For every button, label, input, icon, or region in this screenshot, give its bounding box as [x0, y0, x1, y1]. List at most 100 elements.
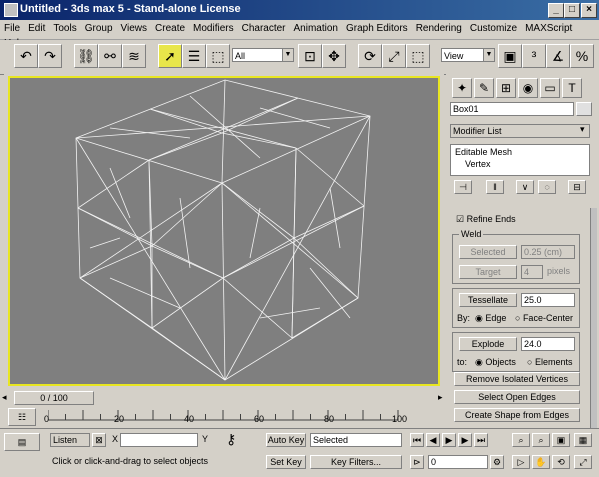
goto-end-icon[interactable]: ⏭ [474, 433, 488, 447]
pin-stack-icon[interactable]: ⊣ [454, 180, 472, 194]
snap-toggle-icon[interactable]: ³ [522, 44, 546, 68]
selection-filter-dropdown[interactable]: All ▼ [232, 48, 294, 62]
chevron-right-icon[interactable]: ▸ [438, 392, 443, 403]
pivot-center-icon[interactable]: ▣ [498, 44, 522, 68]
menu-modifiers[interactable]: Modifiers [189, 21, 238, 36]
rectangular-selection-icon[interactable]: ⬚ [206, 44, 230, 68]
next-frame-icon[interactable]: ▶ [458, 433, 472, 447]
select-and-scale-icon[interactable]: ⤢ [382, 44, 406, 68]
maximize-button[interactable]: □ [564, 3, 580, 18]
select-and-link-icon[interactable]: ⛓ [74, 44, 98, 68]
x-coord-field[interactable] [120, 433, 198, 447]
remove-modifier-icon[interactable]: ◌ [538, 180, 556, 194]
motion-tab-icon[interactable]: ◉ [518, 78, 538, 98]
select-open-edges-button[interactable]: Select Open Edges [454, 390, 580, 404]
arc-rotate-icon[interactable]: ⟲ [552, 455, 570, 469]
key-mode-icon[interactable]: ⊳ [410, 455, 424, 469]
create-shape-from-edges-button[interactable]: Create Shape from Edges [454, 408, 580, 422]
reference-coord-dropdown[interactable]: View ▼ [441, 48, 495, 62]
utilities-tab-icon[interactable]: T [562, 78, 582, 98]
selected-dropdown[interactable]: Selected [310, 433, 402, 447]
remove-isolated-vertices-button[interactable]: Remove Isolated Vertices [454, 372, 580, 386]
zoom-icon[interactable]: ⌕ [512, 433, 530, 447]
field-of-view-icon[interactable]: ▷ [512, 455, 530, 469]
modify-tab-icon[interactable]: ✎ [474, 78, 494, 98]
mini-curve-editor-icon[interactable]: ☷ [8, 408, 36, 426]
percent-snap-icon[interactable]: % [570, 44, 594, 68]
modifier-list-dropdown[interactable]: Modifier List [450, 124, 590, 138]
time-config-icon[interactable]: ⚙ [490, 455, 504, 469]
show-end-result-icon[interactable]: ‖ [486, 180, 504, 194]
make-unique-icon[interactable]: ∨ [516, 180, 534, 194]
menu-tools[interactable]: Tools [49, 21, 80, 36]
zoom-all-icon[interactable]: ⌕ [532, 433, 550, 447]
app-icon[interactable] [4, 3, 18, 17]
menu-group[interactable]: Group [81, 21, 117, 36]
menu-create[interactable]: Create [151, 21, 189, 36]
menu-graph-editors[interactable]: Graph Editors [342, 21, 412, 36]
angle-snap-icon[interactable]: ∡ [546, 44, 570, 68]
weld-threshold-field[interactable]: 0.25 (cm) [521, 245, 575, 259]
unlink-icon[interactable]: ⚯ [98, 44, 122, 68]
object-color-swatch[interactable] [576, 102, 592, 116]
menu-file[interactable]: File [0, 21, 24, 36]
select-object-icon[interactable]: ➚ [158, 44, 182, 68]
perspective-viewport[interactable] [8, 76, 440, 386]
key-filters-button[interactable]: Key Filters... [310, 455, 402, 469]
play-icon[interactable]: ▶ [442, 433, 456, 447]
track-bar[interactable]: ☷ 0 20 40 60 80 100 [0, 406, 446, 428]
pan-icon[interactable]: ✋ [532, 455, 550, 469]
menu-rendering[interactable]: Rendering [412, 21, 466, 36]
elements-radio[interactable]: ○ Elements [527, 357, 572, 367]
select-and-rotate-icon[interactable]: ⟳ [358, 44, 382, 68]
edge-radio[interactable]: ◉ Edge [475, 313, 506, 324]
minimize-button[interactable]: _ [548, 3, 564, 18]
explode-angle-field[interactable]: 24.0 [521, 337, 575, 351]
tessellate-button[interactable]: Tessellate [459, 293, 517, 307]
menu-edit[interactable]: Edit [24, 21, 49, 36]
close-button[interactable]: × [581, 3, 597, 18]
bind-space-warp-icon[interactable]: ≋ [122, 44, 146, 68]
objects-radio[interactable]: ◉ Objects [475, 357, 516, 368]
set-key-button[interactable]: Set Key [266, 455, 306, 469]
objects-label: Objects [485, 357, 516, 367]
redo-icon[interactable]: ↷ [38, 44, 62, 68]
window-crossing-icon[interactable]: ⊡ [298, 44, 322, 68]
prev-frame-icon[interactable]: ◀ [426, 433, 440, 447]
menu-character[interactable]: Character [238, 21, 290, 36]
select-and-move-icon[interactable]: ✥ [322, 44, 346, 68]
current-frame-field[interactable]: 0 [428, 455, 488, 469]
stack-item-editable-mesh[interactable]: Editable Mesh [455, 147, 512, 157]
time-slider[interactable]: 0 / 100 [14, 391, 94, 405]
menu-views[interactable]: Views [117, 21, 152, 36]
display-tab-icon[interactable]: ▭ [540, 78, 560, 98]
select-by-name-icon[interactable]: ☰ [182, 44, 206, 68]
goto-start-icon[interactable]: ⏮ [410, 433, 424, 447]
refine-ends-checkbox[interactable]: ☑ Refine Ends [456, 214, 516, 225]
stack-item-vertex[interactable]: Vertex [465, 159, 491, 169]
maximize-viewport-icon[interactable]: ⤢ [574, 455, 592, 469]
object-name-field[interactable]: Box01 [450, 102, 574, 116]
menu-customize[interactable]: Customize [466, 21, 521, 36]
configure-sets-icon[interactable]: ⊟ [568, 180, 586, 194]
zoom-extents-all-icon[interactable]: ▦ [574, 433, 592, 447]
explode-button[interactable]: Explode [459, 337, 517, 351]
chevron-left-icon[interactable]: ◂ [2, 392, 7, 403]
undo-icon[interactable]: ↶ [14, 44, 38, 68]
weld-selected-button[interactable]: Selected [459, 245, 517, 259]
weld-target-button[interactable]: Target [459, 265, 517, 279]
listener-label[interactable]: Listen [50, 433, 90, 447]
lock-icon[interactable]: ⬚ [406, 44, 430, 68]
menu-maxscript[interactable]: MAXScript [521, 21, 576, 36]
maxscript-listener-icon[interactable]: ▤ [4, 433, 40, 451]
tension-field[interactable]: 25.0 [521, 293, 575, 307]
create-tab-icon[interactable]: ✦ [452, 78, 472, 98]
target-pixels-field[interactable]: 4 [521, 265, 543, 279]
auto-key-button[interactable]: Auto Key [266, 433, 306, 447]
hierarchy-tab-icon[interactable]: ⊞ [496, 78, 516, 98]
menu-animation[interactable]: Animation [290, 21, 342, 36]
zoom-extents-icon[interactable]: ▣ [552, 433, 570, 447]
face-center-radio[interactable]: ○ Face-Center [515, 313, 573, 323]
panel-scrollbar[interactable] [590, 208, 597, 428]
lock-selection-icon[interactable]: ⊠ [92, 433, 106, 447]
